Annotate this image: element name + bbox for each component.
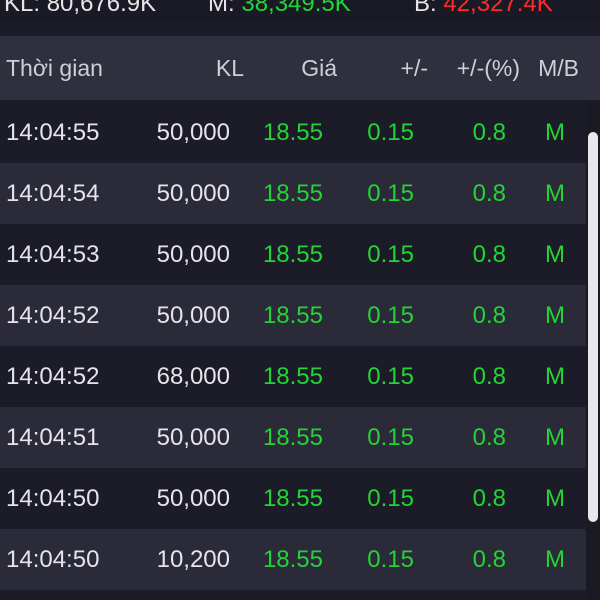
table-row[interactable]: 14:04:54 50,000 18.55 0.15 0.8 M <box>0 163 586 224</box>
cell-time: 14:04:52 <box>6 302 100 329</box>
cell-change: 0.15 <box>367 363 414 390</box>
table-row[interactable]: 14:04:52 50,000 18.55 0.15 0.8 M <box>0 285 586 346</box>
volume-summary-bar: KL: 80,676.9K M: 38,349.5K B: 42,327.4K <box>0 0 600 22</box>
table-header: Thời gian KL Giá +/- +/-(%) M/B <box>0 36 600 100</box>
cell-change: 0.15 <box>367 546 414 573</box>
cell-change-percent: 0.8 <box>472 119 506 146</box>
table-row[interactable]: 14:04:50 50,000 18.55 0.15 0.8 M <box>0 468 586 529</box>
table-row[interactable]: 14:04:53 50,000 18.55 0.15 0.8 M <box>0 224 586 285</box>
cell-volume: 50,000 <box>156 241 230 268</box>
cell-time: 14:04:53 <box>6 241 100 268</box>
cell-change-percent: 0.8 <box>472 302 506 329</box>
cell-price: 18.55 <box>262 180 323 207</box>
cell-time: 14:04:50 <box>6 546 100 573</box>
cell-buy-sell: M <box>545 424 565 451</box>
sell-volume: B: 42,327.4K <box>414 0 553 18</box>
total-volume: KL: 80,676.9K <box>4 0 156 18</box>
cell-change-percent: 0.8 <box>472 546 506 573</box>
header-volume[interactable]: KL <box>216 55 244 82</box>
cell-buy-sell: M <box>545 119 565 146</box>
buy-volume: M: 38,349.5K <box>208 0 351 18</box>
cell-change-percent: 0.8 <box>472 241 506 268</box>
cell-buy-sell: M <box>545 180 565 207</box>
cell-price: 18.55 <box>262 241 323 268</box>
cell-buy-sell: M <box>545 363 565 390</box>
cell-volume: 50,000 <box>156 424 230 451</box>
cell-volume: 50,000 <box>156 119 230 146</box>
cell-change-percent: 0.8 <box>472 180 506 207</box>
scrollbar-thumb[interactable] <box>588 132 598 522</box>
cell-volume: 50,000 <box>156 180 230 207</box>
cell-change: 0.15 <box>367 302 414 329</box>
cell-buy-sell: M <box>545 485 565 512</box>
cell-time: 14:04:54 <box>6 180 100 207</box>
cell-change-percent: 0.8 <box>472 485 506 512</box>
cell-price: 18.55 <box>262 363 323 390</box>
cell-price: 18.55 <box>262 302 323 329</box>
sell-volume-label: B: <box>414 0 437 17</box>
table-row[interactable]: 14:04:52 68,000 18.55 0.15 0.8 M <box>0 346 586 407</box>
cell-time: 14:04:50 <box>6 485 100 512</box>
buy-volume-value: 38,349.5K <box>241 0 351 17</box>
cell-volume: 50,000 <box>156 485 230 512</box>
header-time[interactable]: Thời gian <box>6 55 103 82</box>
cell-change: 0.15 <box>367 485 414 512</box>
total-volume-label: KL: <box>4 0 41 17</box>
cell-volume: 10,200 <box>156 546 230 573</box>
sell-volume-value: 42,327.4K <box>443 0 553 17</box>
header-price[interactable]: Giá <box>301 55 337 82</box>
header-change[interactable]: +/- <box>401 55 428 82</box>
total-volume-value: 80,676.9K <box>46 0 157 17</box>
table-row[interactable]: 14:04:50 10,200 18.55 0.15 0.8 M <box>0 529 586 590</box>
cell-time: 14:04:55 <box>6 119 100 146</box>
header-buy-sell[interactable]: M/B <box>538 55 579 82</box>
matched-orders-panel: KL: 80,676.9K M: 38,349.5K B: 42,327.4K … <box>0 0 600 600</box>
cell-change: 0.15 <box>367 424 414 451</box>
cell-volume: 68,000 <box>156 363 230 390</box>
cell-price: 18.55 <box>262 119 323 146</box>
cell-change: 0.15 <box>367 241 414 268</box>
cell-time: 14:04:52 <box>6 363 100 390</box>
cell-price: 18.55 <box>262 424 323 451</box>
vertical-scrollbar[interactable] <box>586 102 600 600</box>
cell-volume: 50,000 <box>156 302 230 329</box>
cell-change: 0.15 <box>367 119 414 146</box>
cell-change: 0.15 <box>367 180 414 207</box>
cell-price: 18.55 <box>262 485 323 512</box>
buy-volume-label: M: <box>208 0 235 17</box>
cell-buy-sell: M <box>545 546 565 573</box>
cell-change-percent: 0.8 <box>472 424 506 451</box>
cell-time: 14:04:51 <box>6 424 100 451</box>
header-change-percent[interactable]: +/-(%) <box>457 55 520 82</box>
cell-change-percent: 0.8 <box>472 363 506 390</box>
trade-list[interactable]: 14:04:55 50,000 18.55 0.15 0.8 M 14:04:5… <box>0 102 586 600</box>
cell-buy-sell: M <box>545 302 565 329</box>
table-row[interactable]: 14:04:51 50,000 18.55 0.15 0.8 M <box>0 407 586 468</box>
table-row[interactable]: 14:04:55 50,000 18.55 0.15 0.8 M <box>0 102 586 163</box>
cell-buy-sell: M <box>545 241 565 268</box>
cell-price: 18.55 <box>262 546 323 573</box>
